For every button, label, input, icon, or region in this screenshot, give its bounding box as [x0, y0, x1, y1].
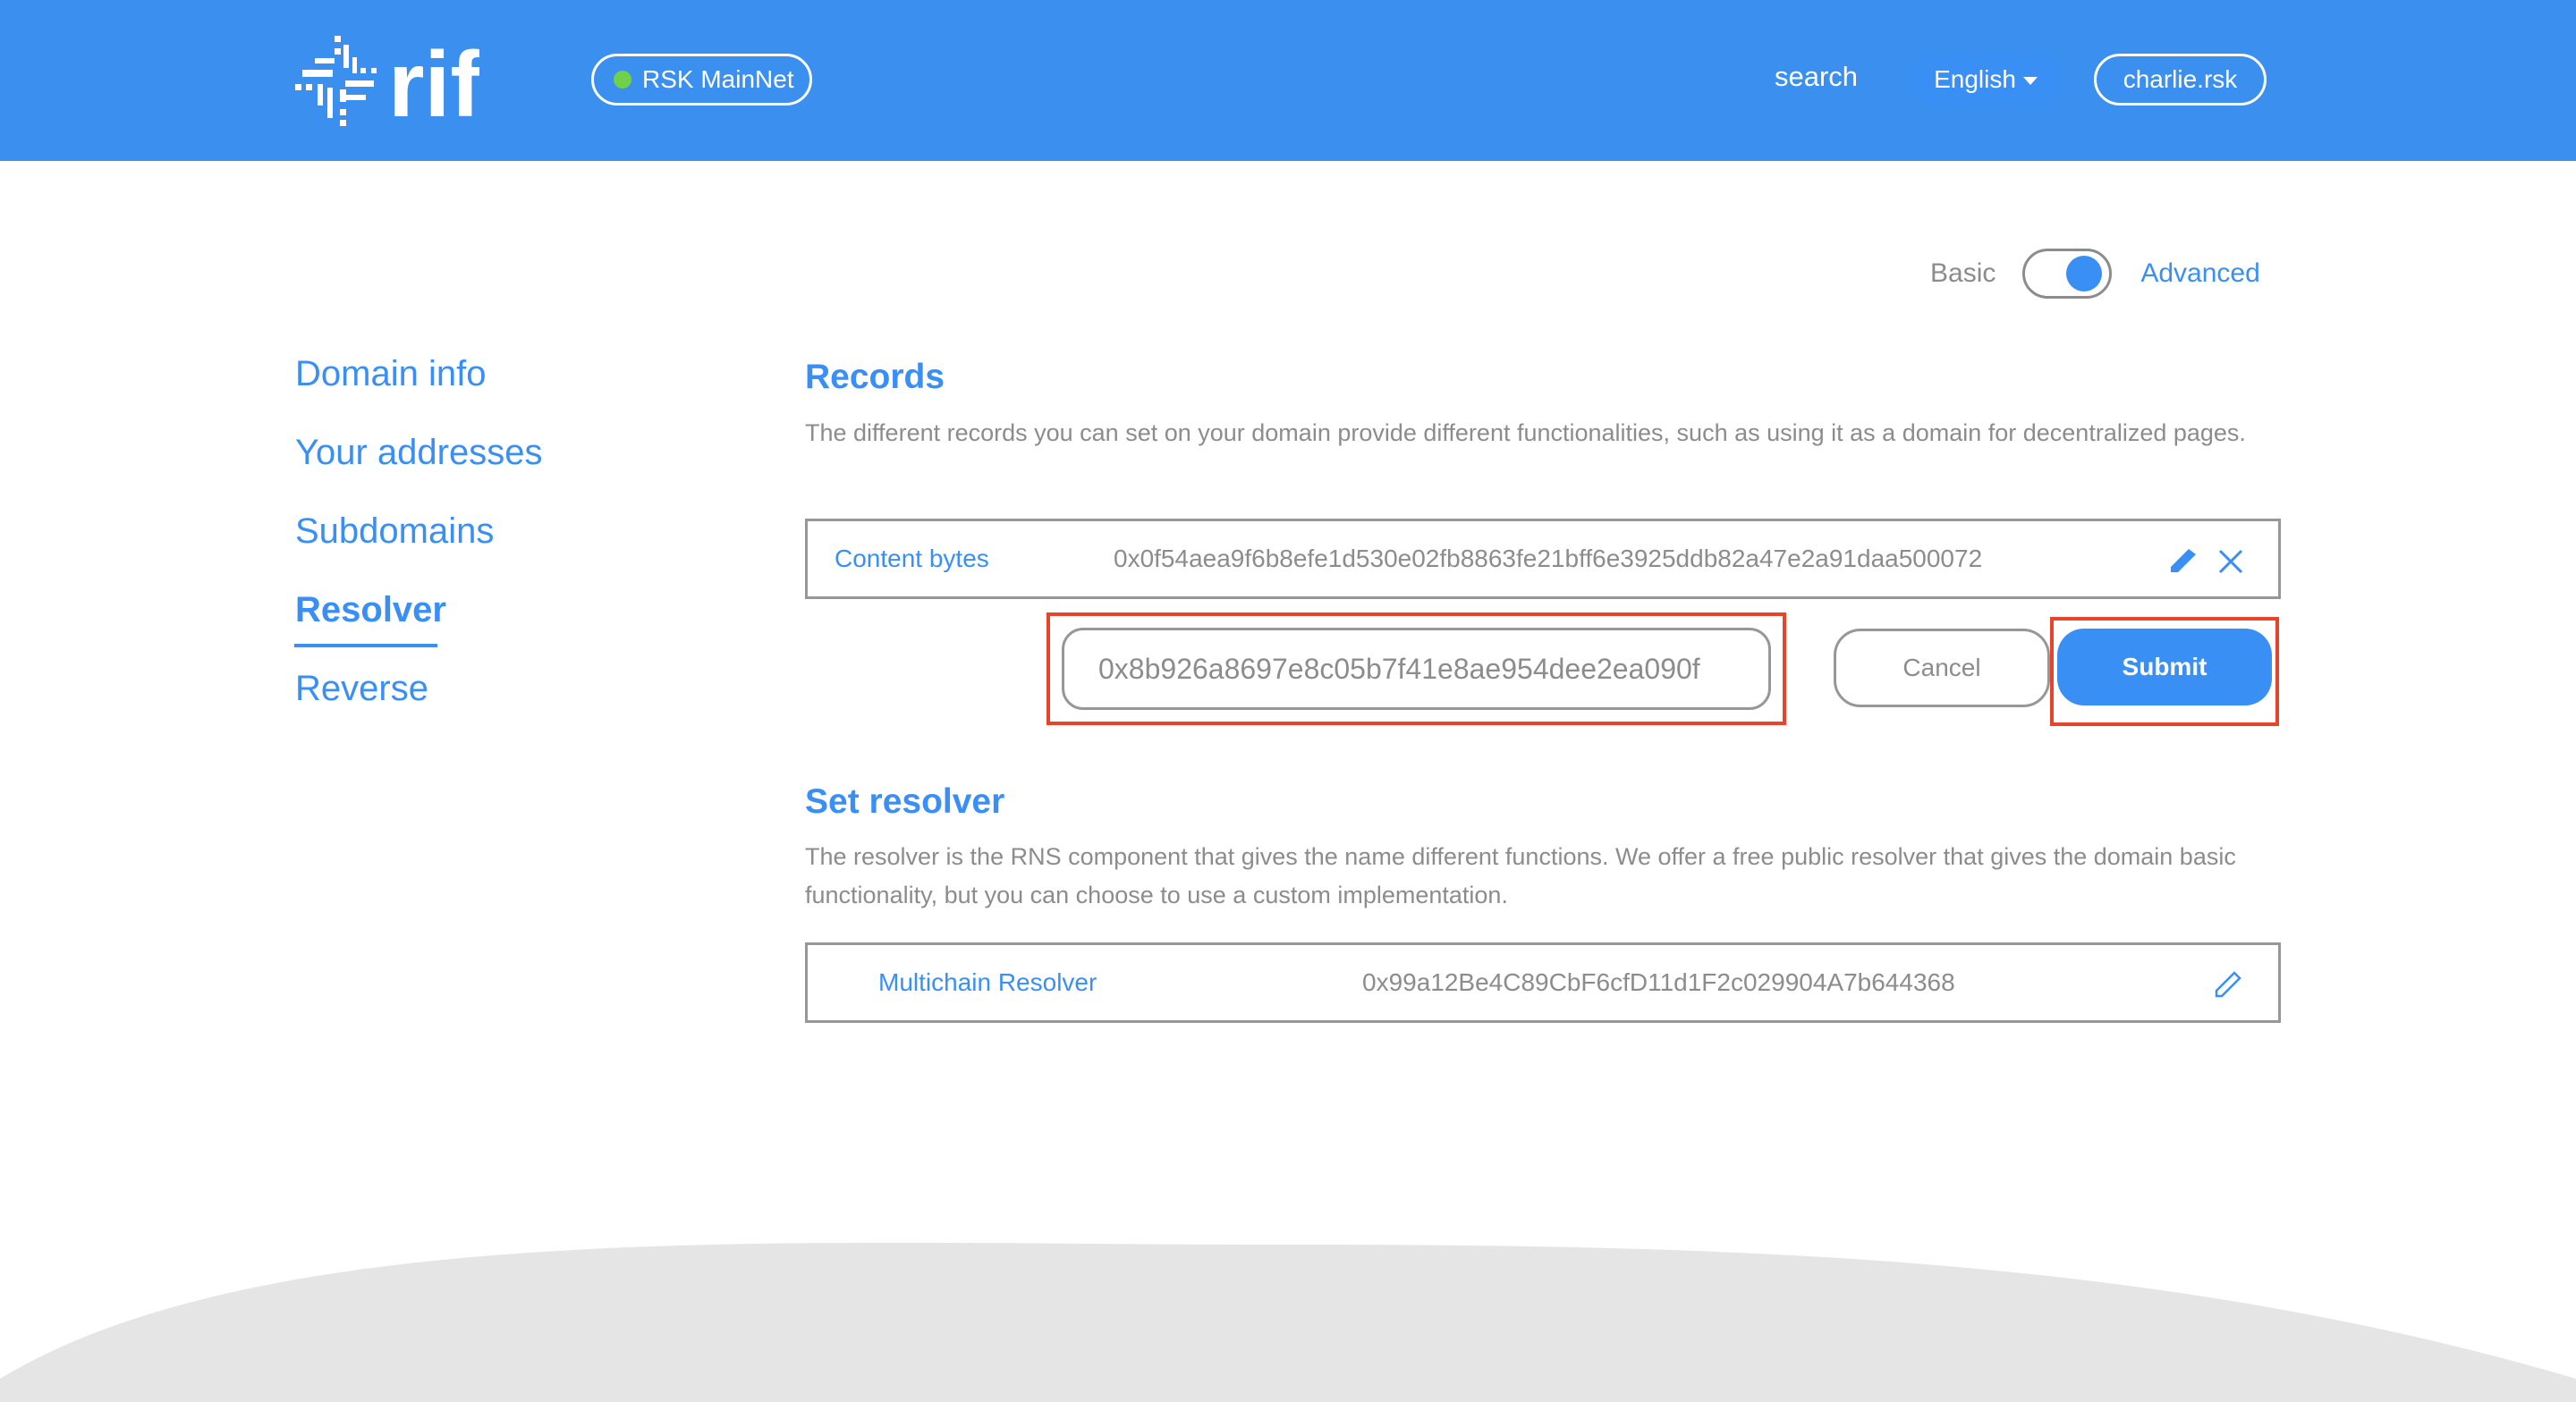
- sidebar-item-subdomains[interactable]: Subdomains: [295, 506, 542, 585]
- submit-button[interactable]: Submit: [2057, 629, 2272, 705]
- network-label: RSK MainNet: [642, 65, 794, 93]
- account-button[interactable]: charlie.rsk: [2094, 54, 2267, 106]
- language-selected: English: [1934, 65, 2016, 93]
- caret-down-icon: [2022, 76, 2038, 85]
- close-icon[interactable]: [2217, 548, 2244, 579]
- logo-wordmark: rif: [388, 33, 479, 129]
- cancel-button[interactable]: Cancel: [1834, 629, 2050, 707]
- account-name: charlie.rsk: [2123, 65, 2238, 93]
- network-indicator[interactable]: RSK MainNet: [591, 54, 812, 106]
- records-title: Records: [805, 358, 945, 396]
- view-mode-toggle: Basic Advanced: [1930, 249, 2260, 299]
- rif-logo-icon: rif: [295, 33, 479, 129]
- sidebar-item-domain-info[interactable]: Domain info: [295, 349, 542, 427]
- set-resolver-title: Set resolver: [805, 782, 1005, 821]
- domain-sidebar: Domain info Your addresses Subdomains Re…: [293, 349, 542, 742]
- record-value: 0x0f54aea9f6b8efe1d530e02fb8863fe21bff6e…: [1114, 545, 1983, 572]
- rif-logo[interactable]: rif: [292, 32, 479, 129]
- resolver-row: Multichain Resolver 0x99a12Be4C89CbF6cfD…: [805, 942, 2281, 1023]
- content-bytes-input-wrapper: [1062, 628, 1771, 710]
- switch-knob: [2066, 256, 2103, 291]
- language-dropdown[interactable]: English: [1909, 54, 2063, 106]
- record-label: Content bytes: [835, 545, 989, 572]
- resolver-label: Multichain Resolver: [878, 968, 1097, 996]
- record-row-content-bytes: Content bytes 0x0f54aea9f6b8efe1d530e02f…: [805, 519, 2281, 599]
- content-bytes-input[interactable]: [1098, 652, 1768, 686]
- network-status-dot: [614, 71, 631, 89]
- edit-resolver-icon[interactable]: [2212, 968, 2244, 1005]
- sidebar-item-your-addresses[interactable]: Your addresses: [295, 427, 542, 506]
- sidebar-item-reverse[interactable]: Reverse: [295, 663, 542, 742]
- sidebar-item-resolver[interactable]: Resolver: [293, 585, 542, 663]
- records-description: The different records you can set on you…: [805, 419, 2246, 446]
- nav-search-link[interactable]: search: [1775, 61, 1858, 93]
- toggle-basic-label[interactable]: Basic: [1930, 258, 1996, 289]
- pencil-icon[interactable]: [2167, 545, 2199, 582]
- basic-advanced-switch[interactable]: [2022, 249, 2113, 299]
- resolver-address: 0x99a12Be4C89CbF6cfD11d1F2c029904A7b6443…: [1362, 968, 1955, 996]
- top-navbar: rif RSK MainNet search English charlie.r…: [0, 0, 2576, 161]
- footer-decoration: [0, 1242, 2576, 1402]
- toggle-advanced-label[interactable]: Advanced: [2140, 258, 2259, 289]
- set-resolver-description: The resolver is the RNS component that g…: [805, 843, 2236, 908]
